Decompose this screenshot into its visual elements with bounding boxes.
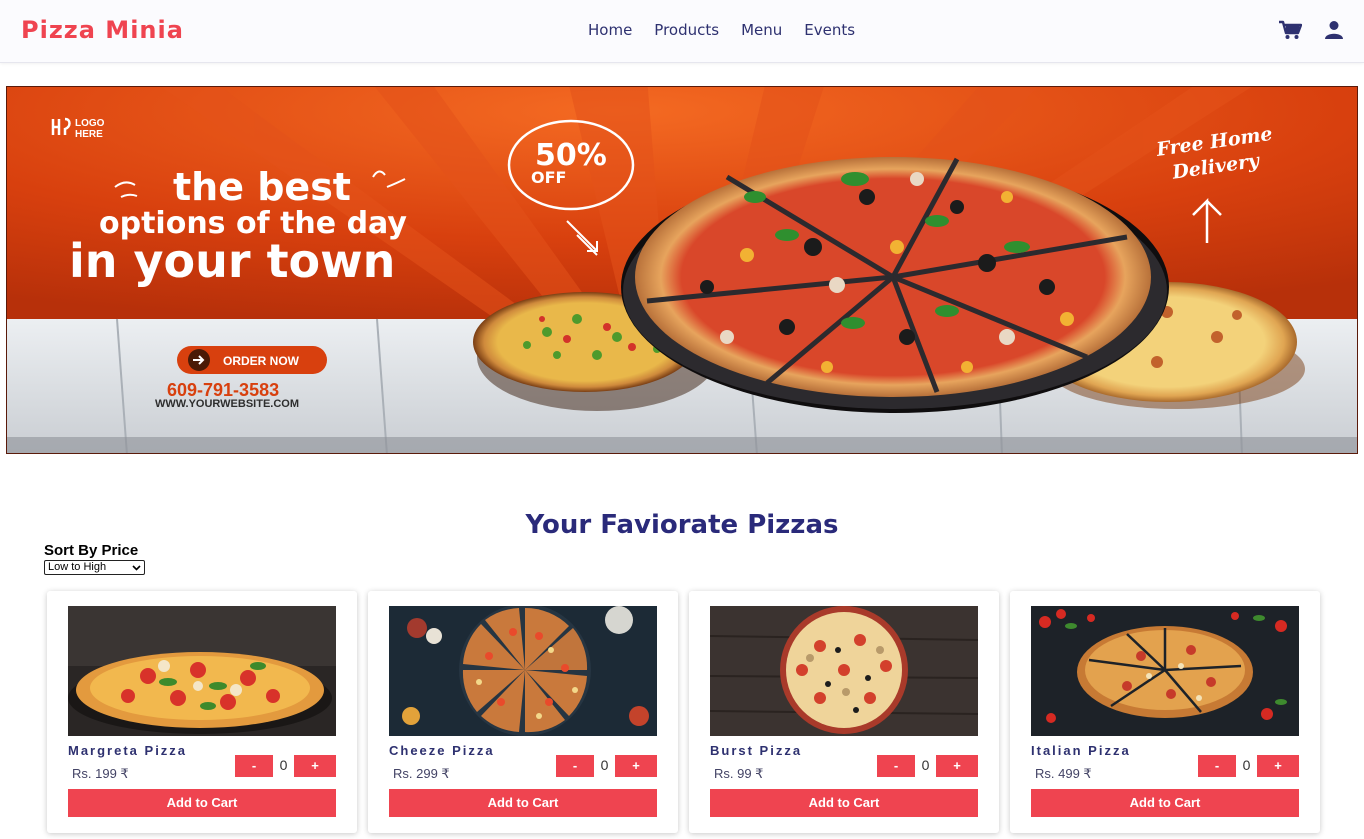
nav-links: Home Products Menu Events xyxy=(588,21,855,39)
logo-text-2: HERE xyxy=(75,129,103,140)
product-image xyxy=(68,606,336,736)
quantity-value: 0 xyxy=(921,757,930,773)
decrease-qty-button[interactable]: - xyxy=(235,755,273,777)
order-now-button[interactable]: ORDER NOW xyxy=(177,346,327,374)
hero-banner: LOGO HERE the best options of the day in… xyxy=(6,86,1358,454)
section-title: Your Faviorate Pizzas xyxy=(525,510,839,540)
product-price: Rs. 199 ₹ xyxy=(72,766,129,781)
user-icon[interactable] xyxy=(1322,20,1346,40)
product-price: Rs. 99 ₹ xyxy=(714,766,764,781)
navbar: Pizza Minia Home Products Menu Events xyxy=(0,0,1364,63)
decrease-qty-button[interactable]: - xyxy=(877,755,915,777)
increase-qty-button[interactable]: + xyxy=(1257,755,1299,777)
quantity-value: 0 xyxy=(1242,757,1251,773)
sort-label: Sort By Price xyxy=(44,542,139,559)
hero-website: WWW.YOURWEBSITE.COM xyxy=(155,398,299,410)
product-card: Italian Pizza Rs. 499 ₹ - 0 + Add to Car… xyxy=(1010,591,1320,833)
decrease-qty-button[interactable]: - xyxy=(1198,755,1236,777)
quantity-value: 0 xyxy=(279,757,288,773)
add-to-cart-button[interactable]: Add to Cart xyxy=(1031,789,1299,817)
product-card: Margreta Pizza Rs. 199 ₹ - 0 + Add to Ca… xyxy=(47,591,357,833)
product-name: Cheeze Pizza xyxy=(389,743,495,758)
logo-text-1: LOGO xyxy=(75,118,105,129)
hero-phone: 609-791-3583 xyxy=(167,380,279,400)
cart-icon[interactable] xyxy=(1278,20,1302,40)
order-now-label: ORDER NOW xyxy=(223,354,300,368)
quantity-value: 0 xyxy=(600,757,609,773)
product-price: Rs. 299 ₹ xyxy=(393,766,450,781)
sort-select-value: Low to High xyxy=(48,561,107,573)
add-to-cart-button[interactable]: Add to Cart xyxy=(389,789,657,817)
hero-headline-3: in your town xyxy=(69,234,395,288)
product-image xyxy=(1031,606,1299,736)
product-image xyxy=(710,606,978,736)
sort-select[interactable]: Low to High xyxy=(44,560,145,575)
product-card: Cheeze Pizza Rs. 299 ₹ - 0 + Add to Cart xyxy=(368,591,678,833)
product-grid: Margreta Pizza Rs. 199 ₹ - 0 + Add to Ca… xyxy=(47,591,1327,839)
offer-word: OFF xyxy=(531,168,566,187)
nav-icons xyxy=(1278,20,1346,40)
increase-qty-button[interactable]: + xyxy=(294,755,336,777)
product-name: Italian Pizza xyxy=(1031,743,1131,758)
product-image xyxy=(389,606,657,736)
decrease-qty-button[interactable]: - xyxy=(556,755,594,777)
increase-qty-button[interactable]: + xyxy=(936,755,978,777)
add-to-cart-button[interactable]: Add to Cart xyxy=(710,789,978,817)
product-name: Burst Pizza xyxy=(710,743,803,758)
add-to-cart-button[interactable]: Add to Cart xyxy=(68,789,336,817)
nav-link-home[interactable]: Home xyxy=(588,21,632,39)
chevron-down-icon xyxy=(132,564,141,571)
product-price: Rs. 499 ₹ xyxy=(1035,766,1092,781)
nav-link-events[interactable]: Events xyxy=(804,21,855,39)
product-card: Burst Pizza Rs. 99 ₹ - 0 + Add to Cart xyxy=(689,591,999,833)
nav-link-products[interactable]: Products xyxy=(654,21,719,39)
hero-headline-1: the best xyxy=(173,165,351,209)
nav-link-menu[interactable]: Menu xyxy=(741,21,782,39)
increase-qty-button[interactable]: + xyxy=(615,755,657,777)
product-name: Margreta Pizza xyxy=(68,743,188,758)
brand-logo[interactable]: Pizza Minia xyxy=(21,16,184,44)
